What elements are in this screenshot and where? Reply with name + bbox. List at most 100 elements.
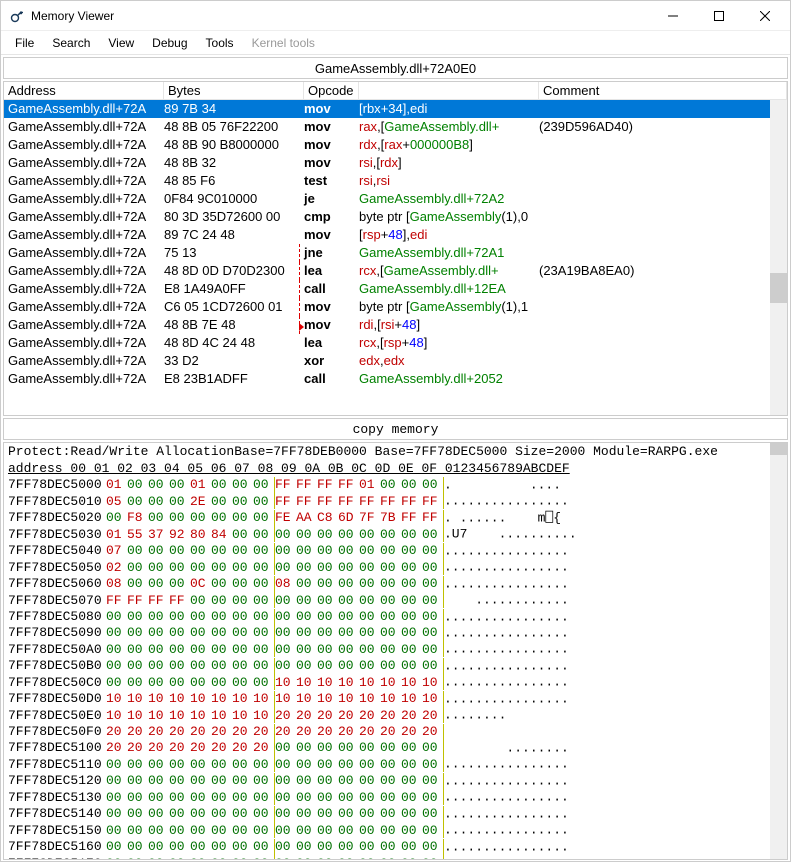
disasm-row[interactable]: GameAssembly.dll+72A48 8B 32movrsi,[rdx] bbox=[4, 154, 787, 172]
hex-byte[interactable]: FF bbox=[275, 477, 296, 493]
hex-row[interactable]: 7FF78DEC5140 00 00 00 00 00 00 00 00 00 … bbox=[8, 806, 783, 822]
hex-byte[interactable]: FF bbox=[422, 494, 443, 510]
hex-byte[interactable]: 10 bbox=[253, 691, 274, 707]
hex-byte[interactable]: 00 bbox=[169, 823, 190, 839]
hex-byte[interactable]: 10 bbox=[422, 675, 443, 691]
hex-byte[interactable]: 00 bbox=[275, 625, 296, 641]
hex-byte[interactable]: 00 bbox=[275, 757, 296, 773]
hex-byte[interactable]: 2E bbox=[190, 494, 211, 510]
hex-byte[interactable]: 00 bbox=[275, 527, 296, 543]
hex-byte[interactable]: 00 bbox=[296, 543, 317, 559]
hex-byte[interactable]: 00 bbox=[338, 740, 359, 756]
hex-byte[interactable]: 00 bbox=[401, 806, 422, 822]
hex-byte[interactable]: 00 bbox=[148, 773, 169, 789]
hex-byte[interactable]: FF bbox=[401, 494, 422, 510]
hex-byte[interactable]: 10 bbox=[401, 691, 422, 707]
hex-byte[interactable]: 00 bbox=[232, 494, 253, 510]
hex-byte[interactable]: 00 bbox=[211, 757, 232, 773]
hex-byte[interactable]: 10 bbox=[401, 675, 422, 691]
menu-kernel[interactable]: Kernel tools bbox=[244, 33, 323, 53]
hex-byte[interactable]: 00 bbox=[148, 576, 169, 592]
hex-byte[interactable]: 02 bbox=[106, 560, 127, 576]
hex-byte[interactable]: 00 bbox=[317, 527, 338, 543]
hex-byte[interactable]: 00 bbox=[275, 773, 296, 789]
hex-byte[interactable]: 7B bbox=[380, 510, 401, 526]
hex-byte[interactable]: 00 bbox=[253, 856, 274, 861]
hex-byte[interactable]: 00 bbox=[338, 757, 359, 773]
hex-byte[interactable]: 00 bbox=[253, 823, 274, 839]
hex-byte[interactable]: 00 bbox=[317, 658, 338, 674]
hex-byte[interactable]: 00 bbox=[296, 609, 317, 625]
hex-byte[interactable]: 20 bbox=[422, 708, 443, 724]
hex-byte[interactable]: 00 bbox=[296, 576, 317, 592]
hex-byte[interactable]: 00 bbox=[296, 839, 317, 855]
hex-byte[interactable]: 00 bbox=[127, 642, 148, 658]
disasm-row[interactable]: GameAssembly.dll+72A48 85 F6testrsi,rsi bbox=[4, 172, 787, 190]
hex-byte[interactable]: 08 bbox=[275, 576, 296, 592]
hex-byte[interactable]: 00 bbox=[232, 806, 253, 822]
hex-byte[interactable]: 00 bbox=[380, 543, 401, 559]
hex-byte[interactable]: 20 bbox=[106, 740, 127, 756]
hex-byte[interactable]: 00 bbox=[211, 856, 232, 861]
disasm-header[interactable]: Address Bytes Opcode Comment bbox=[4, 82, 787, 100]
hex-byte[interactable]: 00 bbox=[169, 757, 190, 773]
hex-byte[interactable]: 00 bbox=[317, 625, 338, 641]
hex-byte[interactable]: 00 bbox=[317, 740, 338, 756]
hex-byte[interactable]: 00 bbox=[422, 477, 443, 493]
hex-byte[interactable]: 00 bbox=[422, 642, 443, 658]
hex-byte[interactable]: 00 bbox=[190, 790, 211, 806]
hex-byte[interactable]: 00 bbox=[211, 806, 232, 822]
hex-byte[interactable]: 00 bbox=[106, 757, 127, 773]
hex-row[interactable]: 7FF78DEC5020 00 F8 00 00 00 00 00 00 FE … bbox=[8, 510, 783, 526]
hex-byte[interactable]: 00 bbox=[296, 642, 317, 658]
hex-byte[interactable]: 00 bbox=[317, 790, 338, 806]
hex-byte[interactable]: 00 bbox=[253, 510, 274, 526]
disasm-row[interactable]: GameAssembly.dll+72AC6 05 1CD72600 01mov… bbox=[4, 298, 787, 316]
hex-byte[interactable]: 20 bbox=[106, 724, 127, 740]
hex-byte[interactable]: FF bbox=[317, 477, 338, 493]
hex-byte[interactable]: 00 bbox=[232, 576, 253, 592]
hex-byte[interactable]: 00 bbox=[106, 675, 127, 691]
hex-byte[interactable]: 20 bbox=[317, 724, 338, 740]
hex-byte[interactable]: 00 bbox=[275, 806, 296, 822]
hex-byte[interactable]: 05 bbox=[106, 494, 127, 510]
hex-row[interactable]: 7FF78DEC5120 00 00 00 00 00 00 00 00 00 … bbox=[8, 773, 783, 789]
hex-row[interactable]: 7FF78DEC5060 08 00 00 00 0C 00 00 00 08 … bbox=[8, 576, 783, 592]
hex-byte[interactable]: 00 bbox=[380, 823, 401, 839]
hex-byte[interactable]: 00 bbox=[190, 806, 211, 822]
hex-byte[interactable]: 00 bbox=[359, 839, 380, 855]
hex-byte[interactable]: 00 bbox=[359, 806, 380, 822]
hex-byte[interactable]: 00 bbox=[401, 839, 422, 855]
hex-byte[interactable]: 00 bbox=[317, 593, 338, 609]
hex-byte[interactable]: 00 bbox=[422, 576, 443, 592]
hex-byte[interactable]: 00 bbox=[169, 773, 190, 789]
hex-byte[interactable]: 00 bbox=[401, 642, 422, 658]
hex-byte[interactable]: 10 bbox=[148, 691, 169, 707]
hex-byte[interactable]: 00 bbox=[253, 675, 274, 691]
hex-byte[interactable]: 20 bbox=[148, 724, 169, 740]
hex-byte[interactable]: 00 bbox=[380, 609, 401, 625]
hex-byte[interactable]: 00 bbox=[296, 560, 317, 576]
hex-byte[interactable]: 00 bbox=[169, 790, 190, 806]
hex-byte[interactable]: 00 bbox=[296, 625, 317, 641]
hex-byte[interactable]: 20 bbox=[401, 708, 422, 724]
hex-byte[interactable]: 10 bbox=[148, 708, 169, 724]
hex-byte[interactable]: 7F bbox=[359, 510, 380, 526]
disasm-row[interactable]: GameAssembly.dll+72A80 3D 35D72600 00cmp… bbox=[4, 208, 787, 226]
hex-byte[interactable]: 00 bbox=[169, 510, 190, 526]
hex-byte[interactable]: 00 bbox=[211, 543, 232, 559]
hex-byte[interactable]: 00 bbox=[401, 658, 422, 674]
hex-byte[interactable]: 00 bbox=[211, 839, 232, 855]
hex-byte[interactable]: 00 bbox=[232, 609, 253, 625]
disasm-body[interactable]: GameAssembly.dll+72A89 7B 34mov[rbx+34],… bbox=[4, 100, 787, 388]
hex-row[interactable]: 7FF78DEC50E0 10 10 10 10 10 10 10 10 20 … bbox=[8, 707, 783, 723]
hex-byte[interactable]: 00 bbox=[253, 609, 274, 625]
hex-byte[interactable]: 00 bbox=[253, 839, 274, 855]
hex-byte[interactable]: 20 bbox=[338, 724, 359, 740]
hex-byte[interactable]: 20 bbox=[127, 740, 148, 756]
hex-byte[interactable]: 00 bbox=[211, 477, 232, 493]
hex-byte[interactable]: 00 bbox=[401, 527, 422, 543]
hex-row[interactable]: 7FF78DEC5110 00 00 00 00 00 00 00 00 00 … bbox=[8, 756, 783, 772]
hex-row[interactable]: 7FF78DEC5040 07 00 00 00 00 00 00 00 00 … bbox=[8, 543, 783, 559]
hex-byte[interactable]: 00 bbox=[148, 642, 169, 658]
